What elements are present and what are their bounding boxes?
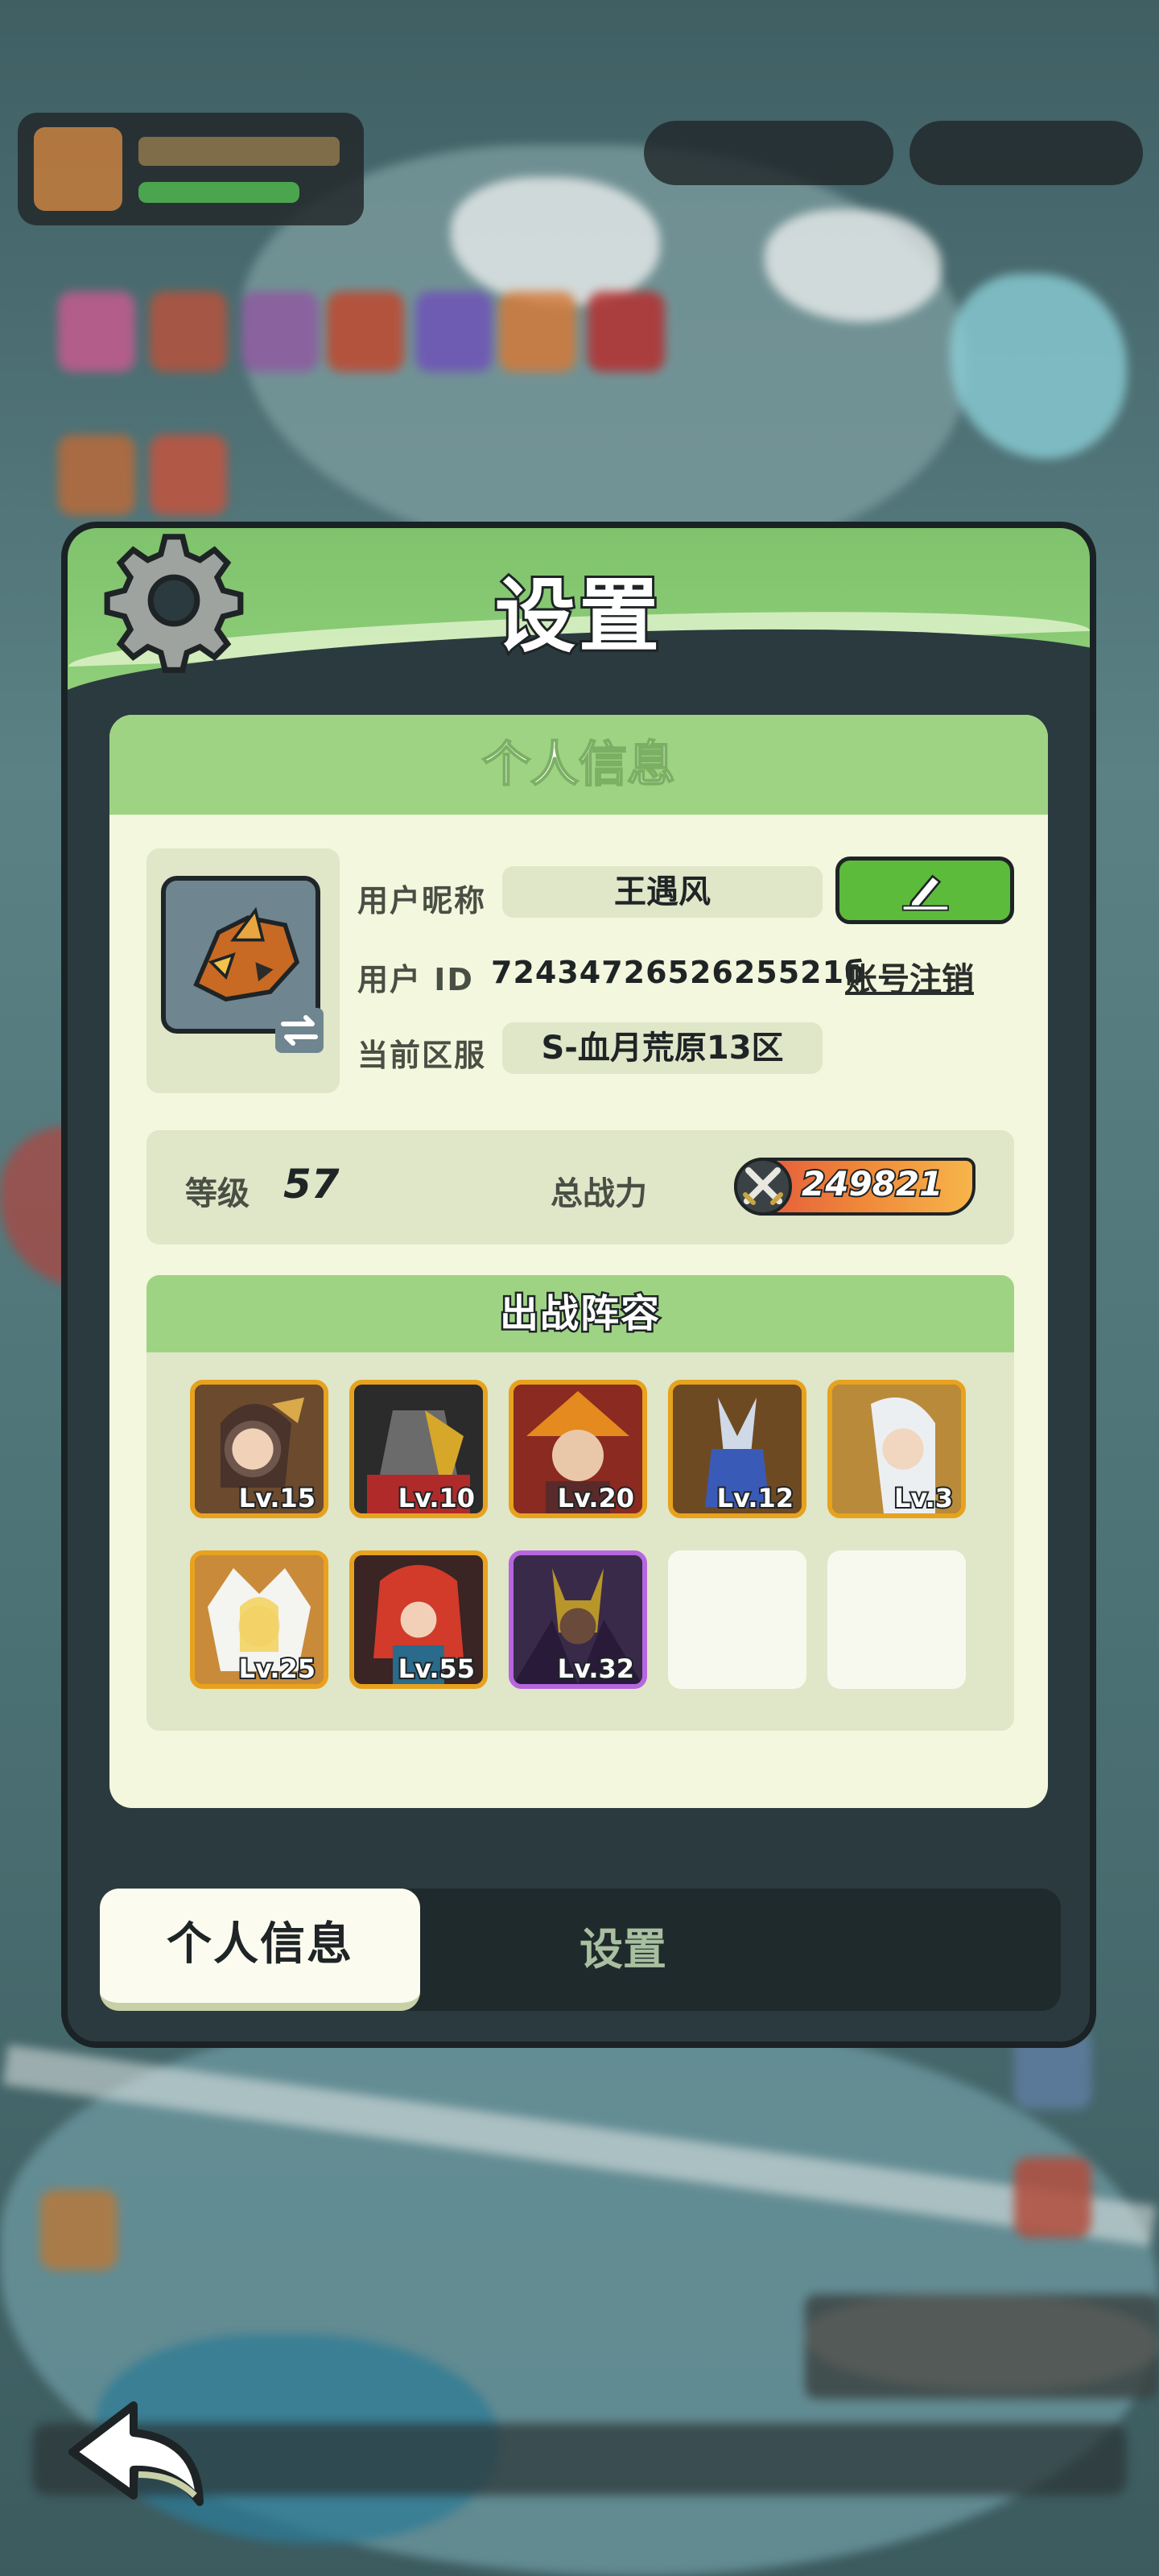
resource-gems <box>644 121 893 185</box>
power-label: 总战力 <box>551 1175 647 1212</box>
level-value: 57 <box>283 1161 340 1208</box>
server-label: 当前区服 <box>357 1038 487 1073</box>
user-id-value: 7243472652625521б <box>491 955 867 990</box>
gear-icon <box>104 534 244 673</box>
lineup-header: 出战阵容 <box>146 1275 1014 1352</box>
resource-gold <box>909 121 1143 185</box>
hero-slot[interactable]: Lv.10 <box>349 1380 488 1518</box>
stats-box: 等级 57 总战力 249821 <box>146 1130 1014 1245</box>
player-topbar <box>18 113 364 225</box>
tab-settings[interactable]: 设置 <box>502 1889 744 2011</box>
hero-level: Lv.12 <box>716 1481 795 1513</box>
pencil-icon <box>901 874 949 911</box>
back-arrow-icon[interactable] <box>61 2391 211 2512</box>
hero-slot[interactable]: Lv.3 <box>827 1380 966 1518</box>
hero-slot[interactable]: Lv.55 <box>349 1550 488 1689</box>
crossed-swords-icon <box>734 1158 792 1216</box>
hero-level: Lv.3 <box>893 1481 955 1513</box>
battle-lineup: 出战阵容 Lv.15 Lv.10 Lv.20 Lv.12 Lv.3 Lv.25 … <box>146 1275 1014 1731</box>
hero-level: Lv.20 <box>556 1481 636 1513</box>
hero-level: Lv.15 <box>237 1481 317 1513</box>
hero-slot[interactable]: Lv.12 <box>668 1380 806 1518</box>
hero-slot[interactable]: Lv.25 <box>190 1550 328 1689</box>
empty-hero-slot[interactable] <box>827 1550 966 1689</box>
hero-slot[interactable]: Lv.32 <box>509 1550 647 1689</box>
account-logout-link[interactable]: 账号注销 <box>845 953 974 1000</box>
hero-level: Lv.25 <box>237 1652 317 1684</box>
edit-nickname-button[interactable] <box>835 857 1014 924</box>
settings-dialog: 设置 个人信息 用户昵称 王遇风 用户 ID 7243472652625521б… <box>61 522 1096 2048</box>
avatar-box <box>146 848 340 1093</box>
empty-hero-slot[interactable] <box>668 1550 806 1689</box>
hero-slot[interactable]: Lv.15 <box>190 1380 328 1518</box>
hero-level: Lv.10 <box>397 1481 476 1513</box>
user-id-label: 用户 ID <box>357 962 474 997</box>
hero-level: Lv.32 <box>556 1652 636 1684</box>
hero-slot[interactable]: Lv.20 <box>509 1380 647 1518</box>
topbar-avatar <box>34 127 122 211</box>
personal-info-card: 个人信息 用户昵称 王遇风 用户 ID 7243472652625521б 账号… <box>109 715 1048 1808</box>
topbar-exp-bar <box>138 182 299 203</box>
dialog-tabbar: 个人信息 设置 <box>100 1889 1061 2011</box>
personal-info-header: 个人信息 <box>109 715 1048 815</box>
hero-level: Lv.55 <box>397 1652 476 1684</box>
server-value: S-血月荒原13区 <box>502 1022 823 1074</box>
avatar-beast-art <box>167 881 315 1029</box>
nickname-value: 王遇风 <box>502 866 823 918</box>
level-label: 等级 <box>185 1175 250 1212</box>
power-badge: 249821 <box>734 1158 975 1216</box>
topbar-name <box>138 137 340 166</box>
power-value: 249821 <box>800 1162 944 1205</box>
swap-avatar-icon[interactable] <box>275 1008 324 1053</box>
nickname-label: 用户昵称 <box>357 883 487 919</box>
tab-personal-info[interactable]: 个人信息 <box>100 1889 420 2011</box>
